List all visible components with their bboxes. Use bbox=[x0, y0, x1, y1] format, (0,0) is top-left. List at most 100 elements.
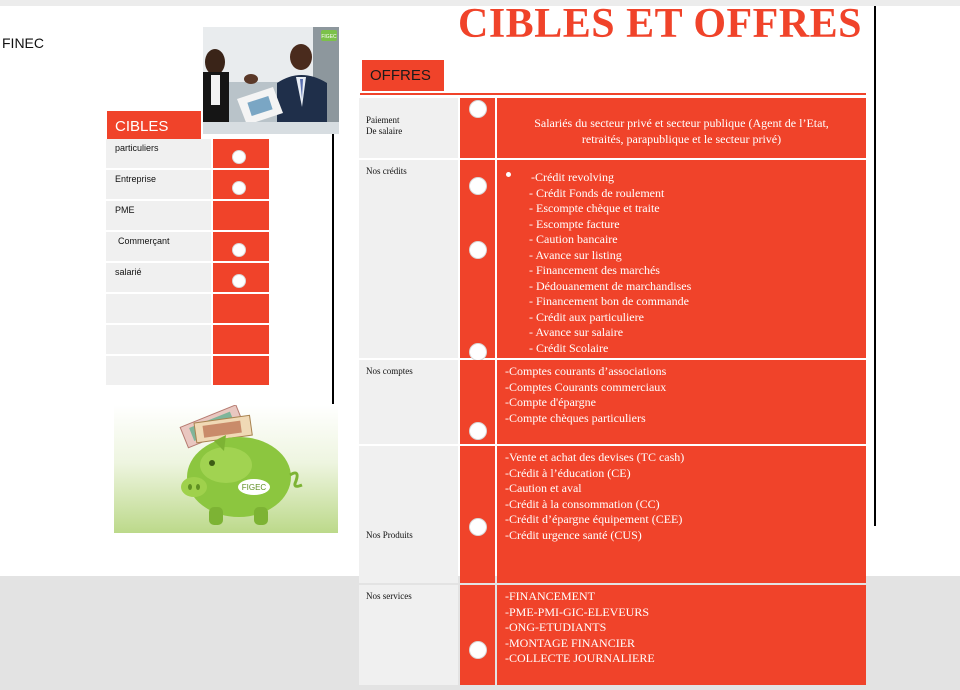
offres-row-label: Nos comptes bbox=[359, 360, 458, 444]
cibles-row: Entreprise bbox=[106, 170, 270, 199]
offres-radio-column bbox=[460, 98, 495, 158]
offres-line: -Crédit revolving bbox=[531, 170, 614, 184]
piggy-bank-image: FIGEC bbox=[114, 405, 338, 533]
offres-line: -PME-PMI-GIC-ELEVEURS bbox=[505, 604, 649, 619]
offres-radio-column bbox=[460, 585, 495, 685]
cibles-row-cell bbox=[213, 325, 269, 354]
radio-circle-icon[interactable] bbox=[469, 343, 487, 361]
radio-circle-icon[interactable] bbox=[469, 641, 487, 659]
offres-line: - Avance sur salaire bbox=[529, 325, 624, 339]
brand-label: FINEC bbox=[2, 35, 44, 51]
offres-line: - Dédouanement de marchandises bbox=[529, 278, 692, 293]
offres-line: Salariés du secteur privé et secteur pub… bbox=[534, 116, 829, 130]
offres-row-label-line: Paiement bbox=[366, 115, 400, 125]
offres-row-description: -Vente et achat des devises (TC cash) -Cr… bbox=[497, 446, 866, 583]
business-meeting-photo: FIGEC bbox=[203, 27, 339, 134]
offres-line: -MONTAGE FINANCIER bbox=[505, 635, 636, 650]
offres-line: - Caution bancaire bbox=[529, 232, 618, 246]
cibles-row-label bbox=[106, 356, 211, 385]
offres-line: -Crédit à l’éducation (CE) bbox=[505, 465, 631, 480]
cibles-row-label: Entreprise bbox=[106, 170, 211, 199]
offres-row: Nos services -FINANCEMENT -PME-PMI-GIC-ELE… bbox=[359, 585, 866, 685]
offres-line: - Financement des marchés bbox=[529, 263, 660, 277]
piggy-logo-text: FIGEC bbox=[242, 483, 267, 492]
offres-line: - Escompte chèque et traite bbox=[529, 201, 660, 215]
cibles-row-label: PME bbox=[106, 201, 211, 230]
offres-row-label-line: Nos Produits bbox=[366, 530, 413, 540]
cibles-row-cell bbox=[213, 263, 269, 292]
cibles-row: PME bbox=[106, 201, 270, 230]
offres-radio-column bbox=[460, 360, 495, 444]
offres-line: -COLLECTE JOURNALIERE bbox=[505, 651, 655, 665]
page-title: CIBLES ET OFFRES bbox=[458, 1, 863, 47]
offres-row-description: -Crédit revolving - Crédit Fonds de roule… bbox=[497, 160, 866, 358]
cibles-table: particuliers Entreprise PME Commerçant salar… bbox=[106, 139, 270, 387]
offres-row-label: Nos crédits bbox=[359, 160, 458, 358]
cibles-row-cell bbox=[213, 139, 269, 168]
cibles-row: salarié bbox=[106, 263, 270, 292]
offres-line: -Compte chèques particuliers bbox=[505, 410, 646, 425]
radio-circle-icon[interactable] bbox=[469, 100, 487, 118]
offres-line: -Compte d'épargne bbox=[505, 395, 596, 409]
offres-line: -Crédit urgence santé (CUS) bbox=[505, 527, 642, 542]
offres-line: - Financement bon de commande bbox=[529, 294, 689, 308]
cibles-row-cell bbox=[213, 356, 269, 385]
meeting-illustration: FIGEC bbox=[203, 27, 339, 134]
offres-row-label: Paiement De salaire bbox=[359, 98, 458, 158]
offres-row-label-line: Nos comptes bbox=[366, 366, 413, 376]
radio-circle-icon[interactable] bbox=[469, 518, 487, 536]
cibles-row-label bbox=[106, 325, 211, 354]
offres-line: -Crédit à la consommation (CC) bbox=[505, 496, 660, 511]
radio-circle-icon[interactable] bbox=[232, 181, 246, 195]
divider-right bbox=[874, 6, 876, 526]
radio-circle-icon[interactable] bbox=[232, 243, 246, 257]
offres-line: - Crédit Scolaire bbox=[529, 340, 609, 355]
cibles-row bbox=[106, 356, 270, 385]
offres-row-label-line: Nos services bbox=[366, 591, 412, 601]
bullet-icon bbox=[506, 172, 511, 177]
offres-line: -Comptes courants d’associations bbox=[505, 364, 667, 378]
offres-line: retraités, parapublique et le secteur pr… bbox=[581, 131, 782, 146]
offres-heading: OFFRES bbox=[362, 60, 444, 91]
radio-circle-icon[interactable] bbox=[232, 274, 246, 288]
offres-row: Nos crédits -Crédit revolving - Crédit Fon… bbox=[359, 160, 866, 361]
offres-line: - Crédit aux particuliere bbox=[529, 309, 644, 324]
photo-logo-text: FIGEC bbox=[321, 34, 337, 40]
cibles-row-label: salarié bbox=[106, 263, 211, 292]
offres-row: Paiement De salaire Salariés du secteur pr… bbox=[359, 98, 866, 158]
offres-line: -Vente et achat des devises (TC cash) bbox=[505, 450, 685, 464]
cibles-row-label: Commerçant bbox=[106, 232, 211, 261]
cibles-row-cell bbox=[213, 294, 269, 323]
piggy-bank-icon: FIGEC bbox=[179, 405, 303, 525]
cibles-row-cell bbox=[213, 201, 269, 230]
cibles-row-label: particuliers bbox=[106, 139, 211, 168]
cibles-row-cell bbox=[213, 232, 269, 261]
offres-row: Nos comptes -Comptes courants d’associati… bbox=[359, 360, 866, 444]
cibles-row: Commerçant bbox=[106, 232, 270, 261]
offres-radio-column bbox=[460, 446, 495, 583]
offres-line: -Caution et aval bbox=[505, 481, 582, 495]
offres-top-bar bbox=[360, 93, 866, 95]
offres-line: - Crédit Fonds de roulement bbox=[529, 185, 665, 200]
offres-row-label-line: De salaire bbox=[366, 126, 403, 136]
divider-left bbox=[332, 134, 334, 404]
offres-line: - Avance sur listing bbox=[529, 247, 622, 262]
cibles-row-cell bbox=[213, 170, 269, 199]
cibles-row-label bbox=[106, 294, 211, 323]
radio-circle-icon[interactable] bbox=[232, 150, 246, 164]
cibles-row: particuliers bbox=[106, 139, 270, 168]
offres-row: Nos Produits -Vente et achat des devises … bbox=[359, 446, 866, 583]
radio-circle-icon[interactable] bbox=[469, 241, 487, 259]
offres-row-description: -Comptes courants d’associations -Comptes… bbox=[497, 360, 866, 444]
offres-line: -ONG-ETUDIANTS bbox=[505, 620, 607, 634]
offres-row-description: -FINANCEMENT -PME-PMI-GIC-ELEVEURS -ONG-ET… bbox=[497, 585, 866, 685]
radio-circle-icon[interactable] bbox=[469, 422, 487, 440]
offres-row-description: Salariés du secteur privé et secteur pub… bbox=[497, 98, 866, 158]
offres-row-label-line: Nos crédits bbox=[366, 166, 407, 176]
offres-line: -Comptes Courants commerciaux bbox=[505, 379, 667, 394]
offres-line: - Escompte facture bbox=[529, 216, 620, 231]
cibles-row bbox=[106, 294, 270, 323]
radio-circle-icon[interactable] bbox=[469, 177, 487, 195]
cibles-row bbox=[106, 325, 270, 354]
offres-line: -FINANCEMENT bbox=[505, 589, 595, 603]
